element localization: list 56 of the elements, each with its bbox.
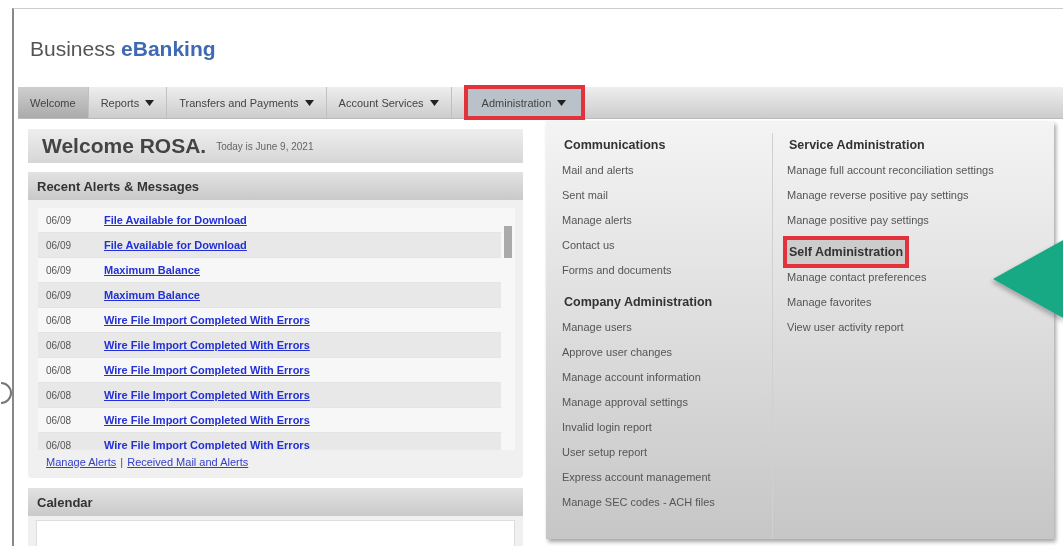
- footer-link[interactable]: Manage Alerts: [46, 456, 117, 468]
- menu-item[interactable]: Manage reverse positive pay settings: [787, 182, 969, 207]
- menu-heading: Service Administration: [788, 137, 926, 154]
- alert-link[interactable]: Maximum Balance: [104, 289, 200, 301]
- nav-tab[interactable]: Transfers and Payments: [167, 87, 327, 118]
- menu-item[interactable]: Manage users: [562, 314, 632, 339]
- menu-item[interactable]: Manage full account reconciliation settings: [787, 157, 994, 182]
- menu-heading: Communications: [563, 137, 667, 154]
- alert-date: 06/08: [45, 389, 73, 401]
- today-date: Today is June 9, 2021: [216, 140, 314, 152]
- nav-tab[interactable]: Welcome: [18, 87, 89, 118]
- alert-date: 06/08: [45, 414, 73, 426]
- menu-item[interactable]: Invalid login report: [562, 414, 652, 439]
- menu-item[interactable]: Contact us: [562, 232, 615, 257]
- alert-date: 06/09: [45, 214, 73, 226]
- alert-link[interactable]: File Available for Download: [104, 239, 247, 251]
- alert-date: 06/08: [45, 314, 73, 326]
- link-separator: |: [120, 456, 124, 468]
- menu-item[interactable]: Manage positive pay settings: [787, 207, 929, 232]
- menu-item[interactable]: User setup report: [562, 439, 647, 464]
- menu-item[interactable]: Manage account information: [562, 364, 701, 389]
- alert-link[interactable]: Wire File Import Completed With Errors: [104, 414, 310, 426]
- alert-link[interactable]: Wire File Import Completed With Errors: [104, 389, 310, 401]
- nav-tab[interactable]: Reports: [88, 87, 168, 118]
- menu-item[interactable]: Manage alerts: [562, 207, 632, 232]
- menu-heading: Company Administration: [563, 294, 714, 311]
- menu-item[interactable]: Manage SEC codes - ACH files: [562, 489, 715, 514]
- nav-tab[interactable]: Account Services: [326, 87, 452, 118]
- alert-date: 06/08: [45, 439, 73, 450]
- alert-date: 06/08: [45, 339, 73, 351]
- alert-date: 06/09: [45, 289, 73, 301]
- alert-link[interactable]: Wire File Import Completed With Errors: [104, 314, 310, 326]
- menu-item[interactable]: Manage favorites: [787, 289, 872, 314]
- alert-link[interactable]: Wire File Import Completed With Errors: [104, 364, 310, 376]
- menu-item[interactable]: Mail and alerts: [562, 157, 634, 182]
- menu-item[interactable]: Manage contact preferences: [787, 264, 927, 289]
- nav-tab[interactable]: Administration: [465, 87, 584, 118]
- menu-item[interactable]: Sent mail: [562, 182, 608, 207]
- panel-title: Calendar: [37, 494, 93, 510]
- menu-item[interactable]: Forms and documents: [562, 257, 672, 282]
- alert-date: 06/09: [45, 264, 73, 276]
- menu-item[interactable]: Manage approval settings: [562, 389, 688, 414]
- menu-item[interactable]: Approve user changes: [562, 339, 673, 364]
- welcome-greeting: Welcome ROSA.: [42, 134, 207, 158]
- panel-title: Recent Alerts & Messages: [37, 178, 200, 194]
- pointer-triangle-icon: [993, 239, 1063, 319]
- footer-link[interactable]: Received Mail and Alerts: [127, 456, 249, 468]
- alert-date: 06/08: [45, 364, 73, 376]
- brand-title: Business eBanking: [29, 36, 217, 59]
- alert-date: 06/09: [45, 239, 73, 251]
- menu-item[interactable]: Express account management: [562, 464, 711, 489]
- alert-link[interactable]: Maximum Balance: [104, 264, 200, 276]
- ring-icon: [0, 382, 12, 404]
- menu-item[interactable]: View user activity report: [787, 314, 904, 339]
- alert-link[interactable]: File Available for Download: [104, 214, 247, 226]
- alert-link[interactable]: Wire File Import Completed With Errors: [104, 339, 310, 351]
